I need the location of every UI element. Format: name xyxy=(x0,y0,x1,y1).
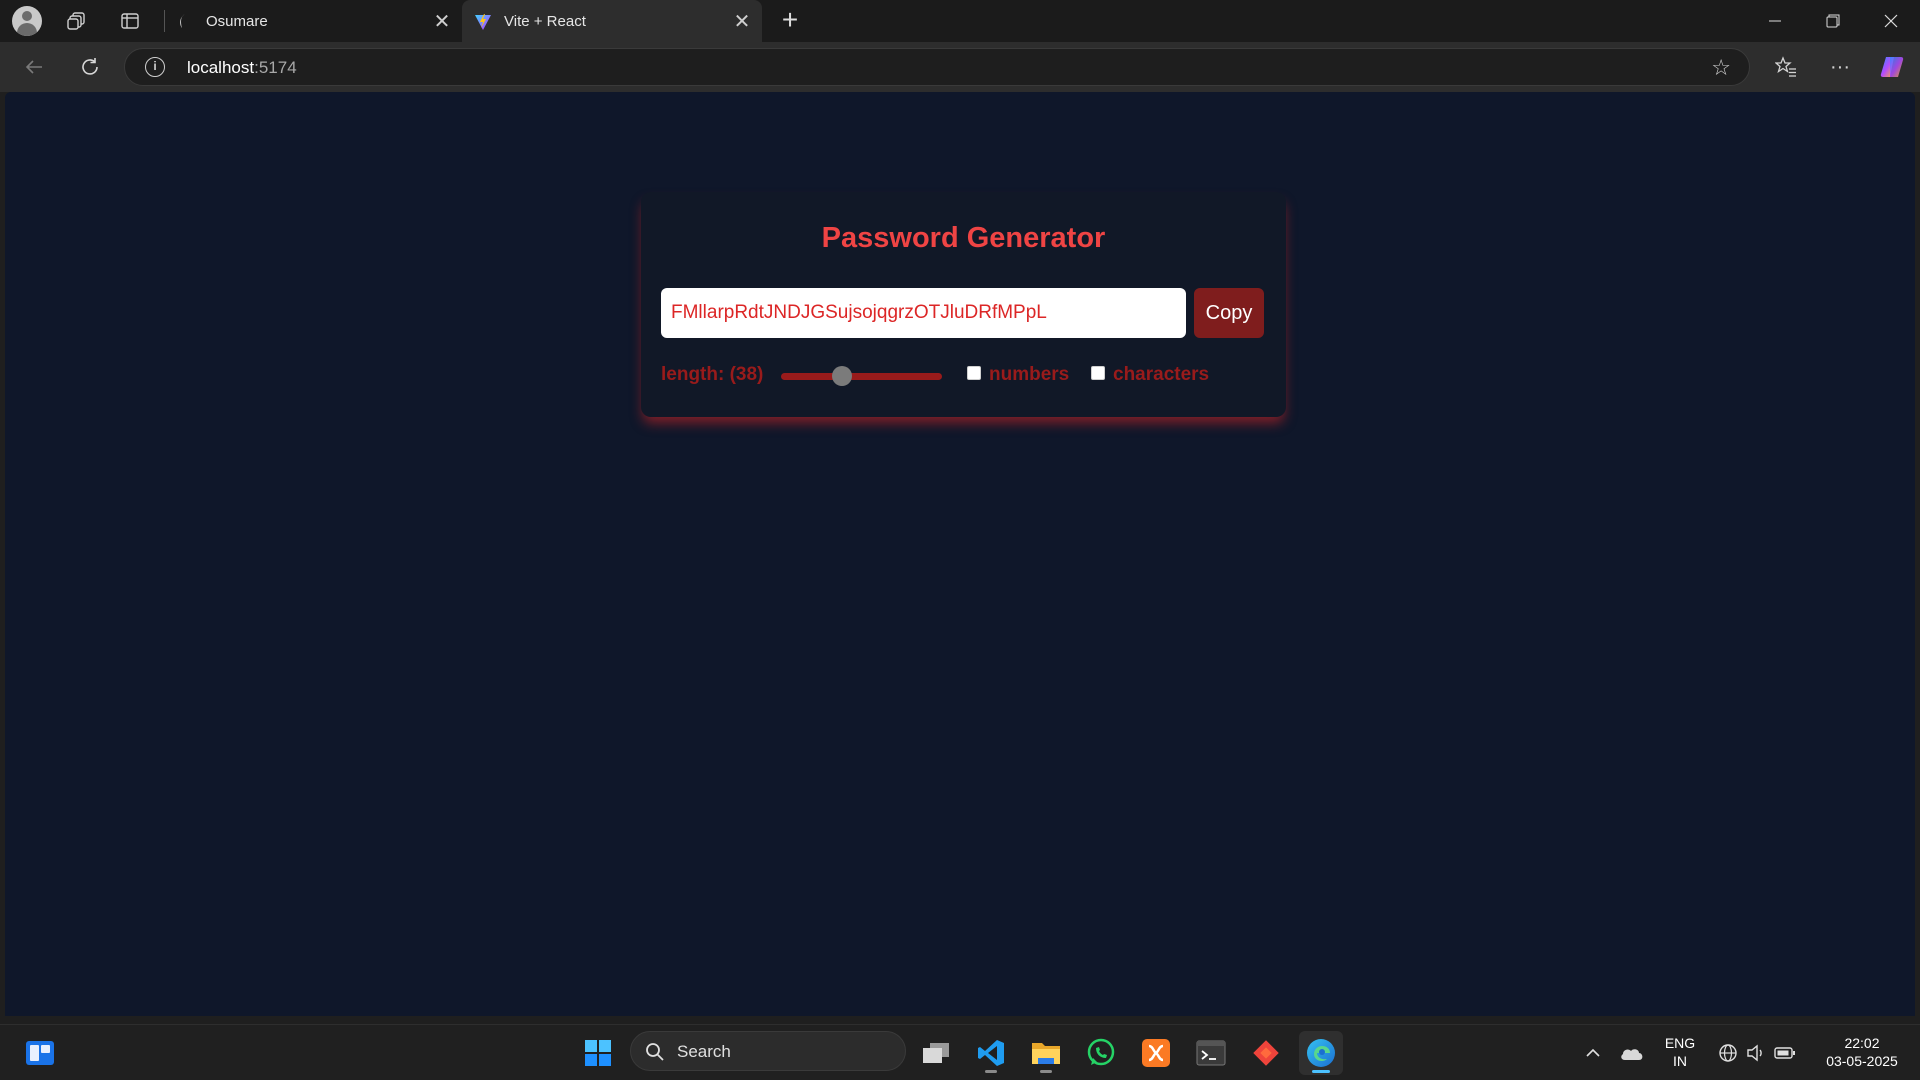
url-text[interactable]: localhost:5174 xyxy=(187,58,297,78)
password-generator-card: Password Generator Copy length: (38) num… xyxy=(641,192,1286,417)
close-tab-icon[interactable]: ✕ xyxy=(428,9,456,34)
clock-date: 03-05-2025 xyxy=(1826,1053,1898,1069)
workspaces-icon[interactable] xyxy=(61,6,93,36)
restore-icon[interactable] xyxy=(1804,0,1862,42)
profile-avatar-icon[interactable] xyxy=(12,6,42,36)
active-indicator xyxy=(1312,1070,1330,1073)
language-indicator[interactable]: ENG IN xyxy=(1660,1034,1700,1070)
options-row: length: (38) numbers characters xyxy=(661,360,1261,390)
region-code: IN xyxy=(1673,1053,1687,1069)
language-code: ENG xyxy=(1664,1035,1696,1051)
numbers-checkbox[interactable] xyxy=(967,366,981,380)
clock-time: 22:02 xyxy=(1844,1035,1880,1051)
close-tab-icon[interactable]: ✕ xyxy=(728,9,756,34)
taskbar: Search ENG IN 22:02 03-05-2025 xyxy=(0,1024,1920,1080)
widgets-icon[interactable] xyxy=(18,1031,62,1075)
task-view-icon[interactable] xyxy=(914,1031,958,1075)
vertical-tabs-icon[interactable] xyxy=(114,6,146,36)
terminal-icon[interactable] xyxy=(1189,1031,1233,1075)
copy-button[interactable]: Copy xyxy=(1194,288,1264,338)
numbers-label: numbers xyxy=(989,364,1070,385)
close-window-icon[interactable] xyxy=(1862,0,1920,42)
tab-vite-react[interactable]: Vite + React ✕ xyxy=(462,0,762,42)
slider-track xyxy=(781,373,942,380)
characters-label: characters xyxy=(1113,364,1210,385)
favorite-star-icon[interactable]: ☆ xyxy=(1711,55,1731,81)
vite-logo-icon xyxy=(474,13,491,30)
favorites-icon[interactable] xyxy=(1766,50,1806,84)
navigation-bar: i localhost:5174 ☆ ··· xyxy=(0,42,1920,92)
minimize-icon[interactable] xyxy=(1746,0,1804,42)
clock[interactable]: 22:02 03-05-2025 xyxy=(1812,1034,1912,1070)
address-bar[interactable]: i localhost:5174 ☆ xyxy=(124,48,1750,86)
search-label: Search xyxy=(677,1042,731,1061)
length-label: length: (38) xyxy=(661,364,764,385)
edge-browser-icon[interactable] xyxy=(1299,1031,1343,1075)
battery-icon[interactable] xyxy=(1763,1031,1807,1075)
tab-osumare[interactable]: Osumare ✕ xyxy=(164,0,462,42)
file-explorer-icon[interactable] xyxy=(1024,1031,1068,1075)
characters-checkbox[interactable] xyxy=(1091,366,1105,380)
search-icon xyxy=(646,1043,664,1061)
running-indicator xyxy=(1040,1070,1052,1073)
chevron-up-icon[interactable] xyxy=(1571,1031,1615,1075)
anydesk-icon[interactable] xyxy=(1244,1031,1288,1075)
page-title: Password Generator xyxy=(821,222,1106,254)
running-indicator xyxy=(985,1070,997,1073)
windows-start-icon[interactable] xyxy=(576,1031,620,1075)
copilot-icon[interactable] xyxy=(1872,50,1912,84)
refresh-icon[interactable] xyxy=(72,50,108,84)
onedrive-cloud-icon[interactable] xyxy=(1610,1031,1654,1075)
site-info-icon[interactable]: i xyxy=(145,57,165,77)
url-port: :5174 xyxy=(254,58,297,77)
whatsapp-icon[interactable] xyxy=(1079,1031,1123,1075)
back-arrow-icon[interactable] xyxy=(16,50,52,84)
url-host: localhost xyxy=(187,58,255,77)
password-field[interactable] xyxy=(661,288,1186,338)
vscode-icon[interactable] xyxy=(969,1031,1013,1075)
tab-title: Osumare xyxy=(206,12,268,30)
more-options-icon[interactable]: ··· xyxy=(1820,50,1860,84)
taskbar-search[interactable]: Search xyxy=(630,1031,906,1071)
new-tab-icon[interactable]: + xyxy=(774,4,806,38)
title-bar: Osumare ✕ Vite + React ✕ + xyxy=(0,0,1920,42)
length-slider[interactable] xyxy=(781,366,942,386)
xampp-icon[interactable] xyxy=(1134,1031,1178,1075)
tab-title: Vite + React xyxy=(504,12,586,30)
slider-thumb[interactable] xyxy=(832,366,853,386)
page-viewport: Password Generator Copy length: (38) num… xyxy=(5,92,1915,1016)
osumare-favicon-icon xyxy=(176,13,192,29)
